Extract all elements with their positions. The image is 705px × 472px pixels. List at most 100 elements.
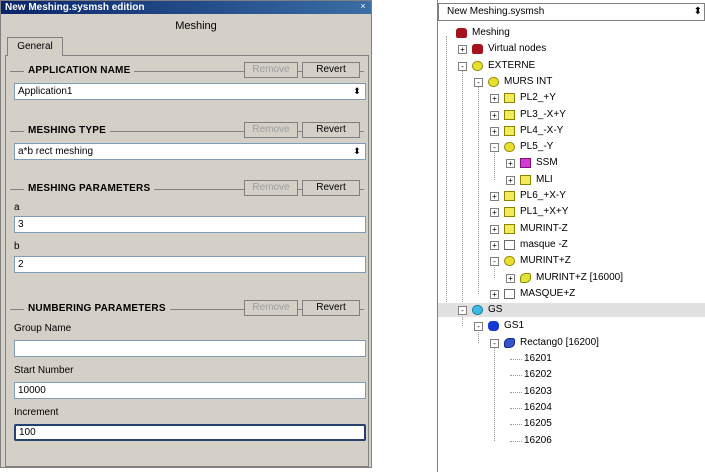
numbering-parameters-section: NUMBERING PARAMETERS Remove Revert Group… bbox=[10, 300, 366, 441]
meshing-parameters-section: MESHING PARAMETERS Remove Revert a b bbox=[10, 180, 366, 273]
tree-node[interactable]: 16205 bbox=[438, 417, 705, 431]
tree-connector bbox=[510, 424, 522, 426]
tree-node[interactable]: + PL3_-X+Y bbox=[438, 108, 705, 122]
tree-node[interactable]: - GS1 bbox=[438, 319, 705, 333]
tree-node[interactable]: + SSM bbox=[438, 156, 705, 170]
updown-arrow-icon: ⬍ bbox=[353, 86, 361, 96]
shape-blue-icon bbox=[504, 337, 515, 348]
tree-node-label: GS1 bbox=[504, 320, 525, 332]
expand-icon[interactable]: + bbox=[490, 224, 499, 234]
tree-connector bbox=[510, 407, 522, 409]
meshing-type-revert-button[interactable]: Revert bbox=[302, 122, 360, 138]
section-header: MESHING PARAMETERS Remove Revert bbox=[10, 180, 364, 198]
meshing-file-select[interactable]: New Meshing.sysmsh ⬍ bbox=[438, 3, 705, 21]
tree-node[interactable]: + PL4_-X-Y bbox=[438, 124, 705, 138]
tree-node-label: PL6_+X-Y bbox=[520, 190, 566, 201]
collapse-icon[interactable]: - bbox=[490, 143, 499, 153]
tree-node[interactable]: - PL5_-Y bbox=[438, 140, 705, 154]
tree-node[interactable]: 16202 bbox=[438, 368, 705, 382]
tree-node[interactable]: + masque -Z bbox=[438, 238, 705, 252]
application-revert-button[interactable]: Revert bbox=[302, 62, 360, 78]
tree-node-label: MURINT-Z bbox=[520, 222, 568, 234]
tree-node[interactable]: - MURINT+Z bbox=[438, 254, 705, 268]
expand-icon[interactable]: + bbox=[490, 192, 499, 201]
numbering-parameters-remove-button[interactable]: Remove bbox=[244, 300, 298, 316]
meshing-type-select[interactable]: a*b rect meshing ⬍ bbox=[14, 143, 366, 160]
meshing-parameters-revert-button[interactable]: Revert bbox=[302, 180, 360, 196]
expand-icon[interactable]: + bbox=[490, 240, 499, 250]
expand-icon[interactable]: + bbox=[490, 94, 499, 104]
group-name-label: Group Name bbox=[14, 323, 72, 334]
tree-node-label: MLI bbox=[536, 173, 553, 185]
collapse-icon[interactable]: - bbox=[474, 77, 483, 87]
tree-node[interactable]: 16201 bbox=[438, 352, 705, 366]
increment-input[interactable] bbox=[14, 424, 366, 441]
increment-label: Increment bbox=[14, 407, 59, 418]
tree-connector bbox=[510, 359, 522, 360]
param-b-input[interactable] bbox=[14, 256, 366, 273]
tree-node[interactable]: + PL6_+X-Y bbox=[438, 189, 705, 203]
tree-node[interactable]: + PL2_+Y bbox=[438, 91, 705, 105]
tree-node-label: PL4_-X-Y bbox=[520, 124, 564, 136]
tree-node[interactable]: - GS bbox=[438, 303, 705, 318]
box-yellow-icon bbox=[504, 125, 515, 136]
expand-icon[interactable]: + bbox=[458, 45, 467, 55]
box-yellow-icon bbox=[504, 109, 515, 120]
meshing-type-value: a*b rect meshing bbox=[18, 146, 94, 157]
tree-node-label: SSM bbox=[536, 157, 558, 169]
collapse-icon[interactable]: - bbox=[490, 338, 499, 348]
tree-node[interactable]: 16206 bbox=[438, 434, 705, 448]
tree-node-label: Rectang0 [16200] bbox=[520, 336, 599, 348]
tree-node[interactable]: + MLI bbox=[438, 173, 705, 187]
box-yellow-icon bbox=[504, 223, 515, 234]
application-name-section: APPLICATION NAME Remove Revert Applicati… bbox=[10, 62, 366, 100]
collapse-icon[interactable]: - bbox=[490, 257, 499, 267]
param-a-input[interactable] bbox=[14, 216, 366, 233]
shape-yellow-icon bbox=[520, 272, 531, 283]
box-white-icon bbox=[504, 288, 515, 299]
tree-node[interactable]: 16204 bbox=[438, 401, 705, 415]
meshing-type-remove-button[interactable]: Remove bbox=[244, 122, 298, 138]
tree-node[interactable]: Meshing bbox=[438, 26, 705, 40]
collapse-icon[interactable]: - bbox=[458, 306, 467, 316]
close-icon[interactable]: × bbox=[358, 1, 368, 12]
tree-node-label: MURINT+Z bbox=[520, 255, 571, 267]
tree-node[interactable]: + MURINT-Z bbox=[438, 222, 705, 236]
meshing-file-value: New Meshing.sysmsh bbox=[447, 6, 545, 17]
section-header: APPLICATION NAME Remove Revert bbox=[10, 62, 364, 80]
expand-icon[interactable]: + bbox=[506, 273, 515, 283]
numbering-parameters-revert-button[interactable]: Revert bbox=[302, 300, 360, 316]
start-number-input[interactable] bbox=[14, 382, 366, 399]
expand-icon[interactable]: + bbox=[490, 208, 499, 218]
tree-node[interactable]: - MURS INT bbox=[438, 75, 705, 89]
tree-node-label: 16201 bbox=[524, 353, 552, 364]
expand-icon[interactable]: + bbox=[490, 289, 499, 299]
db-red-icon bbox=[456, 28, 467, 38]
tree-node[interactable]: + MURINT+Z [16000] bbox=[438, 271, 705, 285]
param-b-label: b bbox=[14, 241, 20, 252]
tree-node[interactable]: - Rectang0 [16200] bbox=[438, 336, 705, 350]
updown-arrow-icon: ⬍ bbox=[353, 146, 361, 156]
expand-icon[interactable]: + bbox=[506, 159, 515, 169]
tab-general[interactable]: General bbox=[7, 37, 63, 56]
collapse-icon[interactable]: - bbox=[474, 322, 483, 332]
dialog-titlebar[interactable]: New Meshing.sysmsh edition × bbox=[1, 1, 371, 14]
tree-node-label: EXTERNE bbox=[488, 59, 536, 71]
meshing-type-title: MESHING TYPE bbox=[24, 123, 110, 139]
tree-node[interactable]: + Virtual nodes bbox=[438, 42, 705, 56]
tree-node[interactable]: + PL1_+X+Y bbox=[438, 205, 705, 219]
tree-node[interactable]: 16203 bbox=[438, 385, 705, 399]
tree-node-label: masque -Z bbox=[520, 238, 568, 250]
meshing-parameters-remove-button[interactable]: Remove bbox=[244, 180, 298, 196]
application-name-select[interactable]: Application1 ⬍ bbox=[14, 83, 366, 100]
group-name-input[interactable] bbox=[14, 340, 366, 357]
tree-node-label: 16203 bbox=[524, 385, 552, 397]
expand-icon[interactable]: + bbox=[490, 110, 499, 120]
box-yellow-icon bbox=[504, 191, 515, 201]
tree-node[interactable]: - EXTERNE bbox=[438, 59, 705, 73]
application-remove-button[interactable]: Remove bbox=[244, 62, 298, 78]
expand-icon[interactable]: + bbox=[506, 175, 515, 185]
collapse-icon[interactable]: - bbox=[458, 61, 467, 71]
expand-icon[interactable]: + bbox=[490, 126, 499, 136]
tree-node[interactable]: + MASQUE+Z bbox=[438, 287, 705, 301]
